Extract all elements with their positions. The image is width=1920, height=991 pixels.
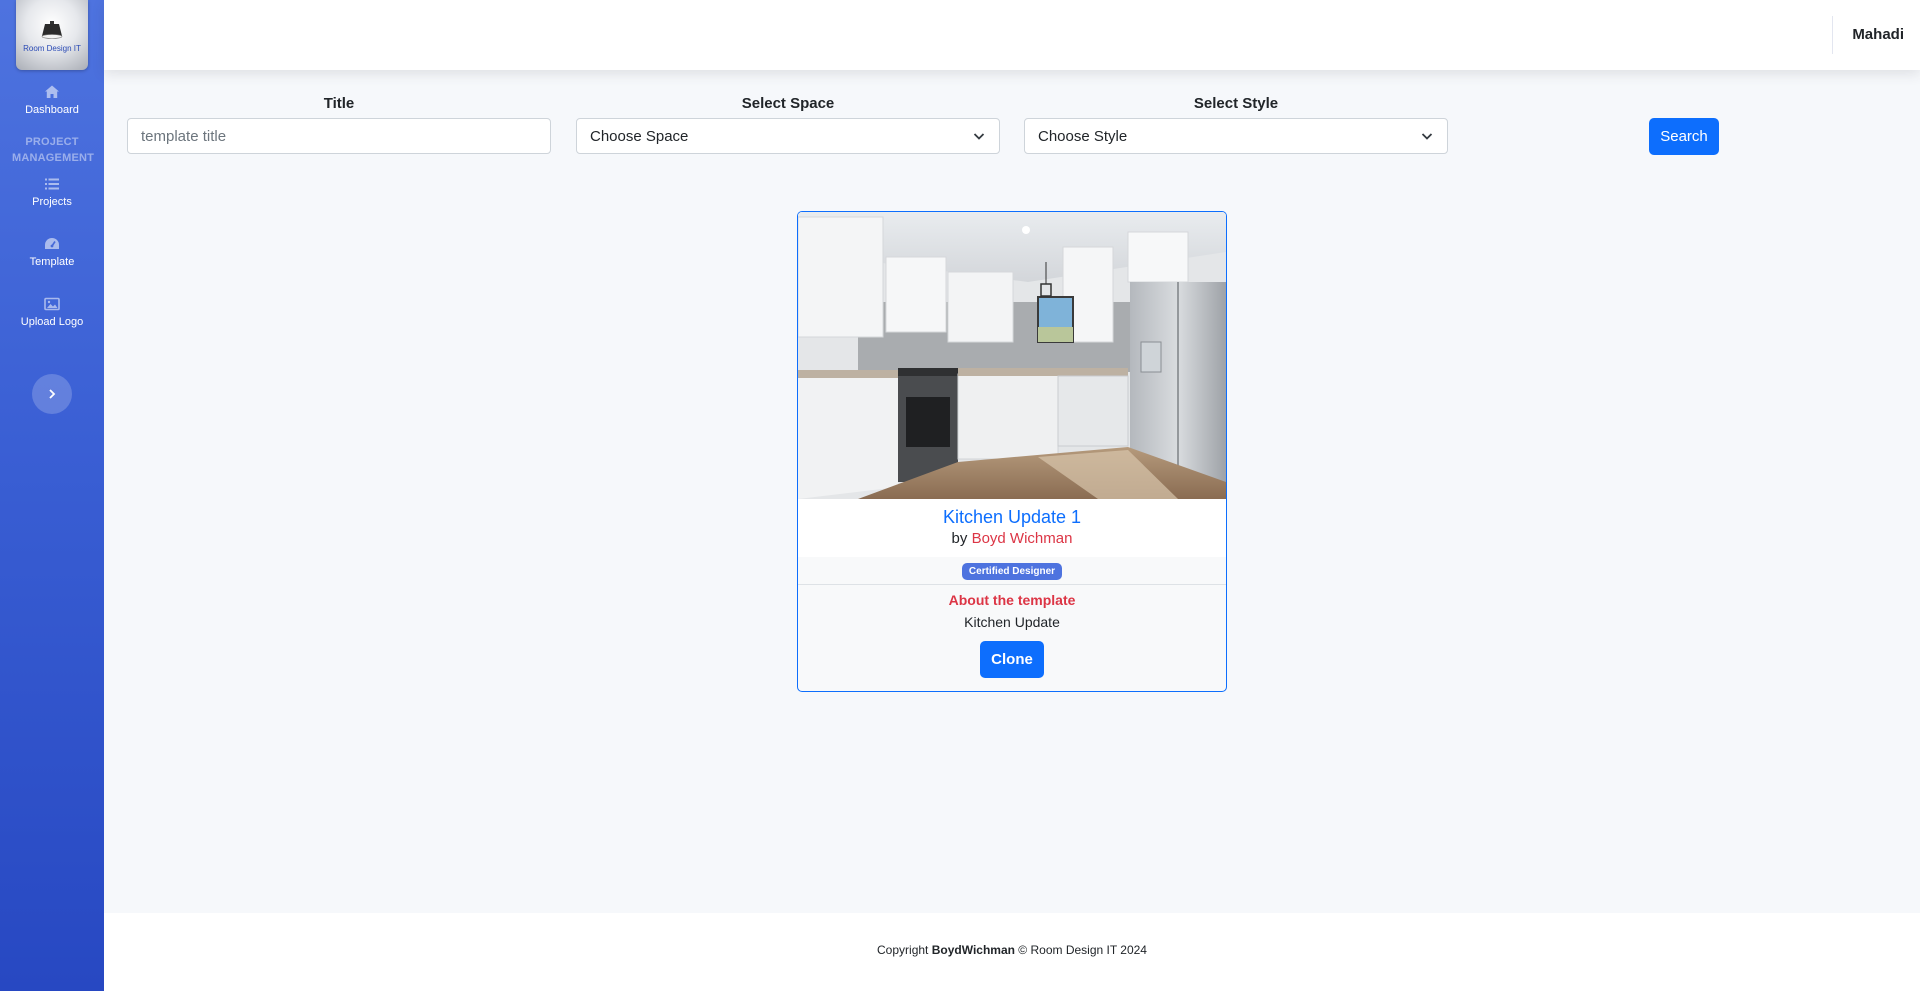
- sidebar-item-upload-logo[interactable]: Upload Logo: [0, 296, 104, 328]
- sidebar-item-label: Dashboard: [25, 104, 79, 116]
- author-prefix: by: [951, 530, 968, 547]
- about-template-text: Kitchen Update: [964, 614, 1060, 630]
- space-select-value: Choose Space: [590, 127, 689, 145]
- footer-prefix: Copyright: [877, 943, 929, 957]
- title-input[interactable]: [127, 118, 551, 154]
- sidebar-item-template[interactable]: Template: [0, 236, 104, 268]
- brand-logo[interactable]: Room Design IT: [16, 0, 88, 70]
- sidebar-item-projects[interactable]: Projects: [0, 176, 104, 208]
- chevron-down-icon: [973, 133, 985, 140]
- sidebar-item-label: Upload Logo: [20, 316, 84, 328]
- certified-designer-badge: Certified Designer: [961, 563, 1063, 580]
- footer: Copyright BoydWichman © Room Design IT 2…: [104, 913, 1920, 991]
- topbar-divider: [1832, 16, 1833, 54]
- footer-suffix: © Room Design IT 2024: [1018, 943, 1147, 957]
- home-icon: [45, 85, 59, 98]
- badge-row: Certified Designer: [798, 557, 1226, 585]
- sidebar-item-label: Template: [29, 256, 75, 268]
- sidebar-item-label: Projects: [32, 196, 72, 208]
- filter-title: Title: [127, 95, 551, 154]
- footer-owner: BoydWichman: [931, 943, 1015, 957]
- user-name[interactable]: Mahadi: [1852, 26, 1904, 43]
- filter-space-label: Select Space: [741, 95, 835, 112]
- list-icon: [45, 178, 59, 190]
- filter-style-label: Select Style: [1193, 95, 1279, 112]
- sidebar: Room Design IT Dashboard PROJECT MANAGEM…: [0, 0, 104, 991]
- search-button[interactable]: Search: [1649, 118, 1719, 155]
- chevron-down-icon: [1421, 133, 1433, 140]
- filter-title-label: Title: [323, 95, 355, 112]
- space-select[interactable]: Choose Space: [576, 118, 1000, 154]
- clone-button[interactable]: Clone: [980, 641, 1044, 678]
- filter-space: Select Space Choose Space: [576, 95, 1000, 154]
- style-select[interactable]: Choose Style: [1024, 118, 1448, 154]
- sidebar-heading-project-management: PROJECT MANAGEMENT: [12, 136, 95, 164]
- sidebar-toggle-button[interactable]: [32, 374, 72, 414]
- brand-logo-text: Room Design IT: [23, 43, 81, 53]
- lamp-icon: [41, 20, 63, 39]
- chevron-right-icon: [49, 389, 56, 399]
- gauge-icon: [45, 238, 59, 249]
- topbar: Mahadi: [104, 0, 1920, 70]
- template-author-line: by Boyd Wichman: [798, 530, 1226, 547]
- style-select-value: Choose Style: [1038, 127, 1128, 145]
- about-template-label: About the template: [948, 592, 1076, 608]
- sidebar-item-dashboard[interactable]: Dashboard: [0, 84, 104, 116]
- filter-style: Select Style Choose Style: [1024, 95, 1448, 154]
- template-preview-image[interactable]: [798, 212, 1226, 499]
- template-author[interactable]: Boyd Wichman: [972, 530, 1073, 547]
- template-title[interactable]: Kitchen Update 1: [798, 506, 1226, 528]
- template-card: Kitchen Update 1 by Boyd Wichman Certifi…: [797, 211, 1227, 692]
- card-header: Kitchen Update 1 by Boyd Wichman: [798, 499, 1226, 557]
- image-icon: [44, 297, 60, 311]
